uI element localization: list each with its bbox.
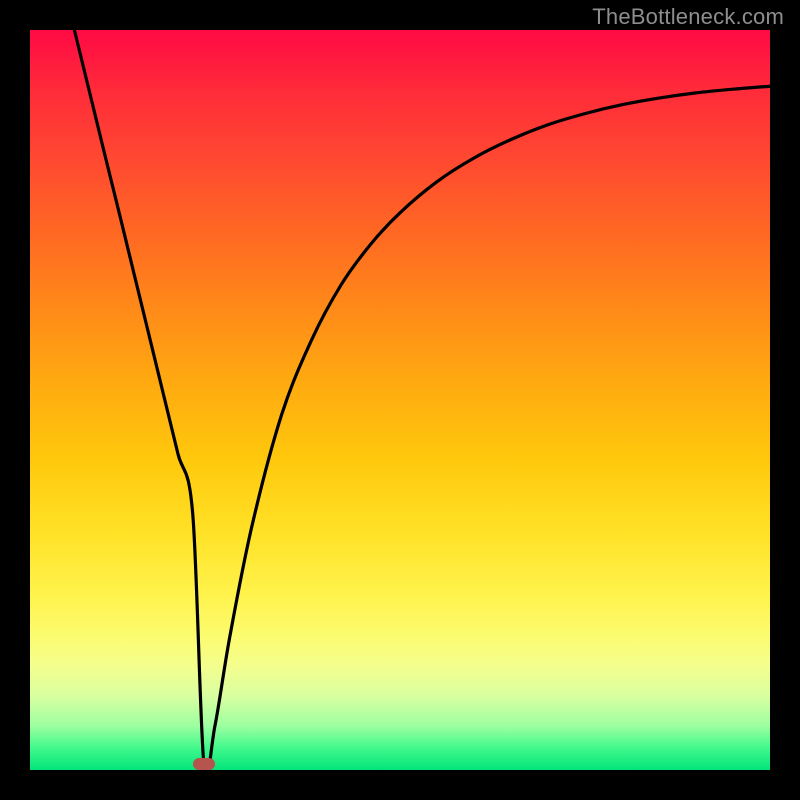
bottleneck-curve xyxy=(30,30,770,770)
minimum-marker xyxy=(193,758,215,770)
chart-frame: TheBottleneck.com xyxy=(0,0,800,800)
plot-area xyxy=(30,30,770,770)
watermark-text: TheBottleneck.com xyxy=(592,4,784,30)
